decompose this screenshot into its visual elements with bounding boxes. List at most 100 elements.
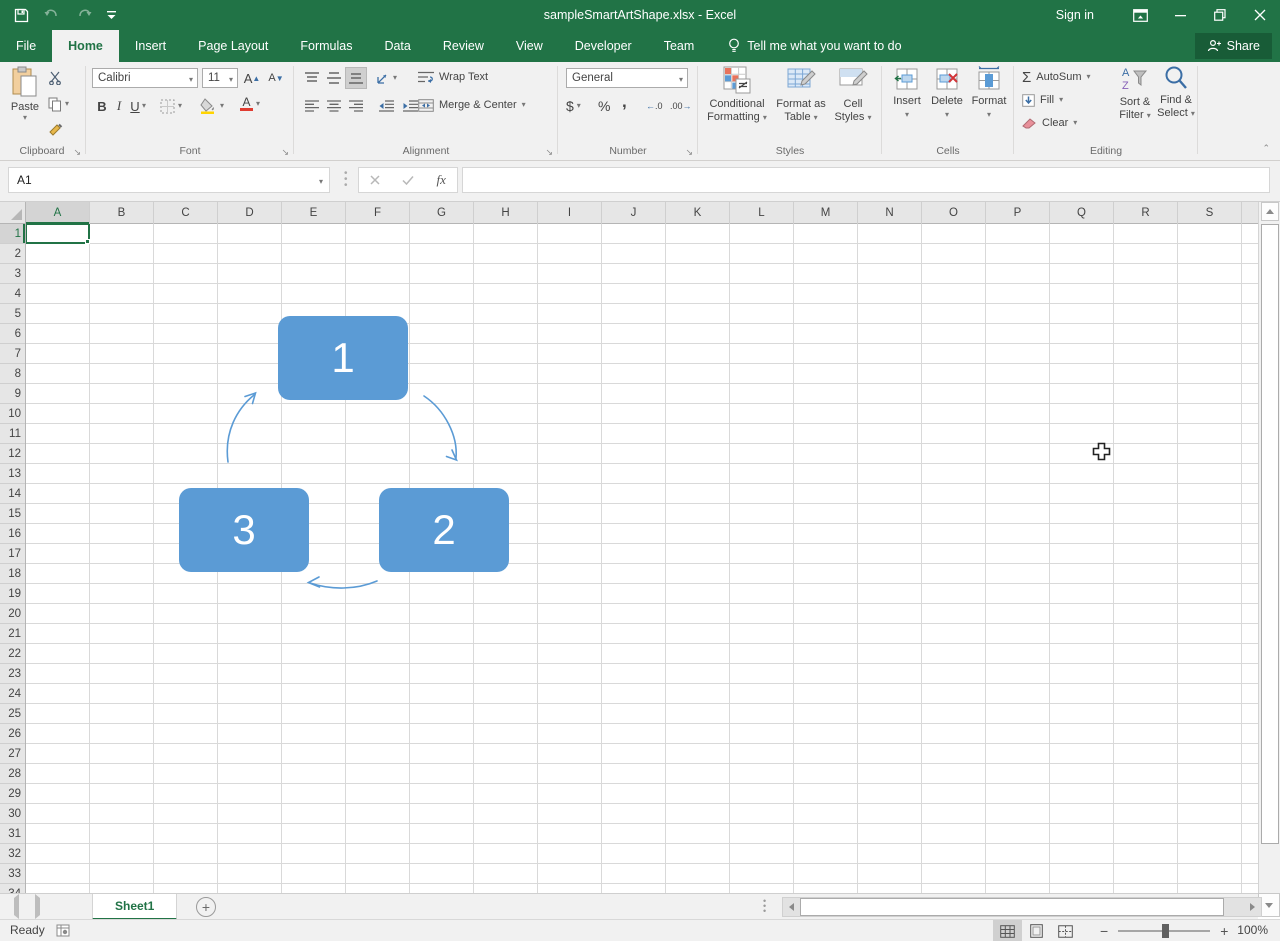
decrease-indent-icon[interactable]	[376, 96, 396, 116]
collapse-ribbon-icon[interactable]: ⌃	[1262, 143, 1270, 154]
zoom-slider-thumb[interactable]	[1162, 924, 1169, 938]
row-header-19[interactable]: 19	[0, 584, 25, 604]
row-header-10[interactable]: 10	[0, 404, 25, 424]
format-as-table-button[interactable]: Format as Table ▾	[774, 64, 828, 124]
row-header-16[interactable]: 16	[0, 524, 25, 544]
bottom-align-icon[interactable]	[346, 68, 366, 88]
row-header-33[interactable]: 33	[0, 864, 25, 884]
tab-view[interactable]: View	[500, 30, 559, 62]
scroll-up-arrow[interactable]	[1261, 202, 1279, 221]
row-header-18[interactable]: 18	[0, 564, 25, 584]
decrease-decimal-icon[interactable]: .00→	[670, 96, 692, 116]
zoom-out-button[interactable]: −	[1100, 923, 1108, 939]
row-header-3[interactable]: 3	[0, 264, 25, 284]
orientation-icon[interactable]: ▾	[376, 68, 397, 88]
row-header-24[interactable]: 24	[0, 684, 25, 704]
normal-view-button[interactable]	[993, 920, 1022, 941]
zoom-level[interactable]: 100%	[1237, 923, 1268, 937]
row-header-28[interactable]: 28	[0, 764, 25, 784]
column-header-k[interactable]: K	[666, 202, 730, 224]
macro-record-icon[interactable]	[56, 923, 70, 937]
column-header-i[interactable]: I	[538, 202, 602, 224]
tell-me-box[interactable]: Tell me what you want to do	[710, 30, 901, 62]
selected-cell-a1[interactable]	[26, 224, 90, 244]
row-header-20[interactable]: 20	[0, 604, 25, 624]
row-header-22[interactable]: 22	[0, 644, 25, 664]
row-header-23[interactable]: 23	[0, 664, 25, 684]
column-header-q[interactable]: Q	[1050, 202, 1114, 224]
cell-styles-button[interactable]: Cell Styles ▾	[828, 64, 878, 124]
percent-style-button[interactable]: %	[598, 96, 610, 116]
copy-icon[interactable]: ▾	[48, 94, 69, 114]
column-header-c[interactable]: C	[154, 202, 218, 224]
name-box-dropdown-icon[interactable]: ▾	[319, 178, 323, 186]
smartart-shape-3[interactable]: 3	[179, 488, 309, 572]
row-header-15[interactable]: 15	[0, 504, 25, 524]
close-button[interactable]	[1240, 0, 1280, 30]
column-header-n[interactable]: N	[858, 202, 922, 224]
column-header-h[interactable]: H	[474, 202, 538, 224]
scroll-left-arrow[interactable]	[783, 898, 800, 916]
conditional-formatting-button[interactable]: Conditional Formatting ▾	[702, 64, 772, 124]
wrap-text-button[interactable]: Wrap Text	[418, 66, 488, 88]
merge-center-button[interactable]: Merge & Center ▾	[418, 94, 526, 116]
sheet-grid[interactable]: 1 2 3	[26, 224, 1258, 893]
column-header-f[interactable]: F	[346, 202, 410, 224]
sign-in-link[interactable]: Sign in	[1056, 8, 1094, 22]
select-all-corner[interactable]	[0, 202, 26, 224]
restore-button[interactable]	[1200, 0, 1240, 30]
insert-cells-button[interactable]: Insert▾	[888, 64, 926, 121]
number-format-combo[interactable]: General▾	[566, 68, 688, 88]
row-header-30[interactable]: 30	[0, 804, 25, 824]
page-break-preview-button[interactable]	[1051, 920, 1080, 941]
column-header-a[interactable]: A	[26, 202, 90, 224]
row-header-5[interactable]: 5	[0, 304, 25, 324]
row-header-34[interactable]: 34	[0, 884, 25, 893]
tab-file[interactable]: File	[0, 30, 52, 62]
row-header-21[interactable]: 21	[0, 624, 25, 644]
font-dialog-launcher-icon[interactable]: ↘	[281, 148, 289, 157]
decrease-font-size-icon[interactable]: A▼	[266, 68, 286, 88]
sort-filter-button[interactable]: A Z Sort & Filter ▾	[1114, 64, 1156, 122]
column-header-d[interactable]: D	[218, 202, 282, 224]
enter-icon[interactable]	[402, 175, 414, 185]
font-name-combo[interactable]: Calibri▾	[92, 68, 198, 88]
row-header-14[interactable]: 14	[0, 484, 25, 504]
column-header-e[interactable]: E	[282, 202, 346, 224]
increase-font-size-icon[interactable]: A▲	[242, 68, 262, 88]
tab-developer[interactable]: Developer	[559, 30, 648, 62]
column-header-b[interactable]: B	[90, 202, 154, 224]
align-left-icon[interactable]	[302, 96, 322, 116]
tab-strip-resize-handle[interactable]: •••	[763, 899, 766, 914]
find-select-button[interactable]: Find & Select ▾	[1156, 64, 1196, 120]
column-header-r[interactable]: R	[1114, 202, 1178, 224]
column-header-j[interactable]: J	[602, 202, 666, 224]
top-align-icon[interactable]	[302, 68, 322, 88]
column-header-s[interactable]: S	[1178, 202, 1242, 224]
row-header-27[interactable]: 27	[0, 744, 25, 764]
formula-input[interactable]	[462, 167, 1270, 193]
smartart-shape-1[interactable]: 1	[278, 316, 408, 400]
tab-home[interactable]: Home	[52, 30, 119, 62]
comma-style-button[interactable]: ,	[622, 92, 627, 112]
ribbon-display-options-icon[interactable]	[1120, 0, 1160, 30]
vertical-scrollbar[interactable]	[1258, 202, 1280, 893]
align-right-icon[interactable]	[346, 96, 366, 116]
row-header-2[interactable]: 2	[0, 244, 25, 264]
row-header-12[interactable]: 12	[0, 444, 25, 464]
format-cells-button[interactable]: Format▾	[970, 64, 1008, 121]
tab-formulas[interactable]: Formulas	[284, 30, 368, 62]
tab-review[interactable]: Review	[427, 30, 500, 62]
column-header-p[interactable]: P	[986, 202, 1050, 224]
font-color-button[interactable]: A ▾	[240, 94, 260, 114]
align-center-icon[interactable]	[324, 96, 344, 116]
increase-indent-icon[interactable]	[400, 96, 420, 116]
tab-insert[interactable]: Insert	[119, 30, 182, 62]
font-size-combo[interactable]: 11▾	[202, 68, 238, 88]
name-box[interactable]: A1 ▾	[8, 167, 330, 193]
autosum-button[interactable]: Σ AutoSum ▾	[1022, 66, 1091, 88]
row-header-31[interactable]: 31	[0, 824, 25, 844]
new-sheet-button[interactable]: +	[196, 897, 216, 917]
zoom-slider[interactable]	[1118, 930, 1210, 932]
row-header-32[interactable]: 32	[0, 844, 25, 864]
